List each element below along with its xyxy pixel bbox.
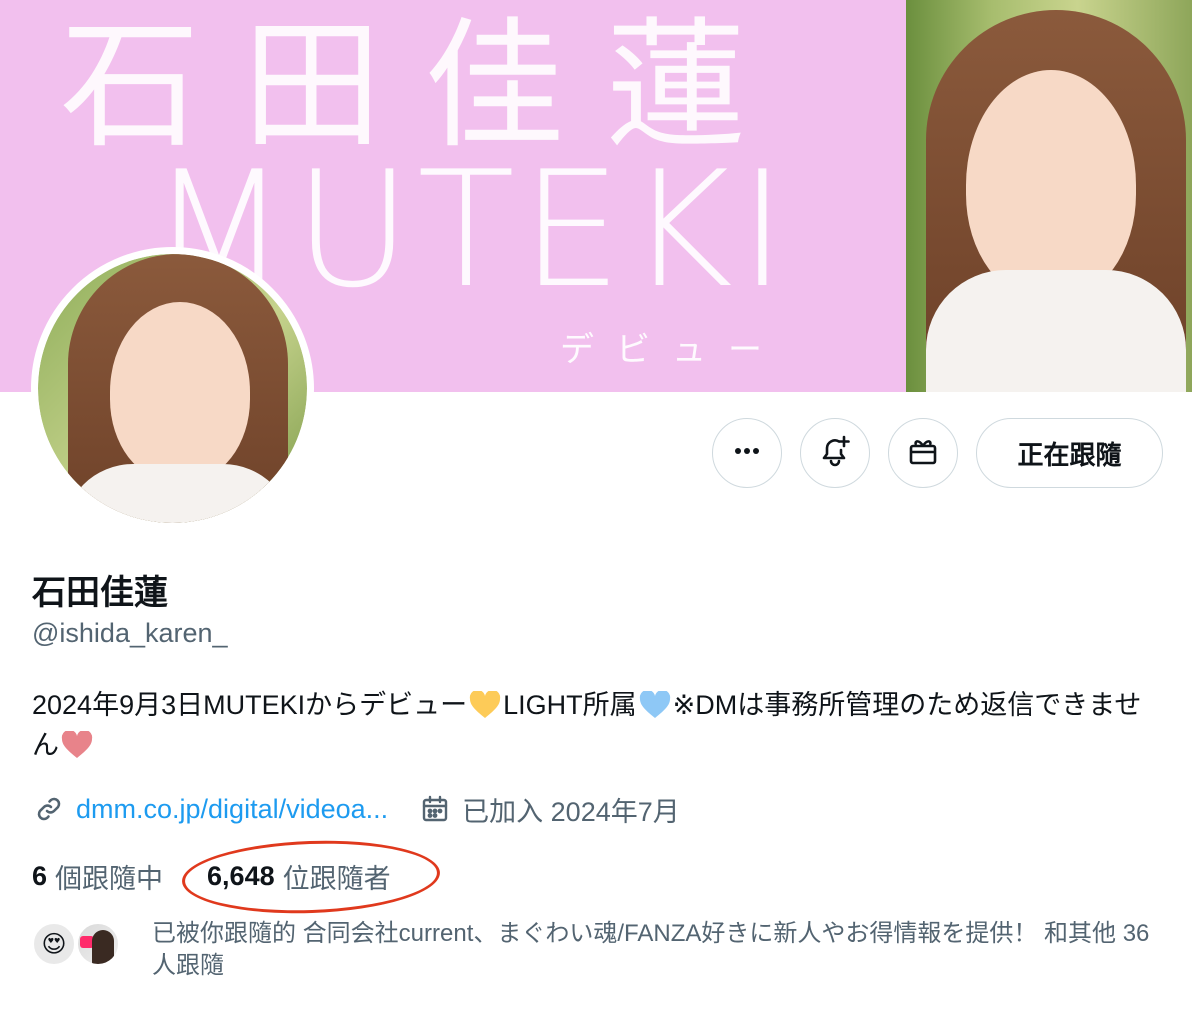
profile-link[interactable]: dmm.co.jp/digital/videoa... [76,794,388,825]
following-button[interactable]: 正在跟隨 [976,418,1163,488]
more-button[interactable] [712,418,782,488]
followers-label: 位跟隨者 [282,863,391,894]
more-horizontal-icon [731,435,763,471]
avatar [76,922,120,966]
avatar[interactable] [31,247,314,530]
calendar-icon [418,792,452,826]
gift-button[interactable] [888,418,958,488]
heart-eyes-emoji-icon: 😍 [32,922,76,966]
banner-photo [906,0,1192,392]
user-handle: @ishida_karen_ [32,618,228,648]
followed-by[interactable]: 😍 已被你跟隨的 合同会社current、まぐわい魂/FANZA好きに新人やお得… [32,918,1162,982]
followers-count: 6,648 [207,860,275,891]
pink-heart-icon [61,731,93,758]
profile-meta: dmm.co.jp/digital/videoa... 已加入 2024年7月 [32,788,680,830]
bell-plus-icon [817,433,853,473]
yellow-heart-icon [469,691,501,718]
follower-avatars: 😍 [32,918,142,966]
following-count: 6 [32,860,48,891]
notify-button[interactable] [800,418,870,488]
followed-by-text: 已被你跟隨的 合同会社current、まぐわい魂/FANZA好きに新人やお得情報… [152,920,1150,979]
joined-date: 已加入 2024年7月 [462,796,680,827]
display-name: 石田佳蓮 [32,573,168,613]
avatar-photo [38,254,307,523]
gift-icon [905,433,941,473]
blue-heart-icon [639,691,670,718]
banner-subtitle: デビュー [560,330,784,370]
profile-bio: 2024年9月3日MUTEKIからデビュー LIGHT所属 ※DMは事務所管理のため… [32,685,1162,765]
bio-text-2: LIGHT所属 [503,690,637,720]
following-link[interactable]: 6 個跟隨中 [32,857,163,896]
followers-link[interactable]: 6,648 位跟隨者 [207,857,391,896]
following-label: 個跟隨中 [55,863,164,894]
bio-text-1: 2024年9月3日MUTEKIからデビュー [32,690,468,720]
follow-stats: 6 個跟隨中 6,648 位跟隨者 [32,856,391,896]
link-icon [32,792,66,826]
